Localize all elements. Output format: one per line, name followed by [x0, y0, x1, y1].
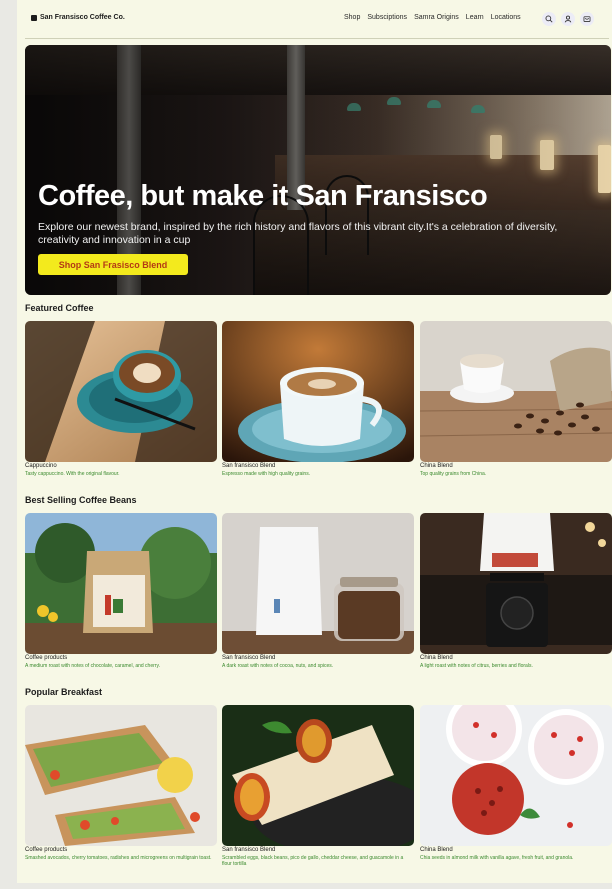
product-card[interactable]: Coffee products Smashed avocados, cherry…	[25, 705, 217, 861]
nav-link-subscriptions[interactable]: Subsciptions	[367, 14, 407, 21]
product-description: Chia seeds in almond milk with vanilla a…	[420, 855, 574, 861]
nav-menu: Shop Subsciptions Samra Origins Learn Lo…	[344, 14, 521, 21]
product-description: A dark roast with notes of cocoa, nuts, …	[222, 663, 334, 669]
product-title[interactable]: San fransisco Blend	[222, 847, 414, 854]
product-description: A medium roast with notes of chocolate, …	[25, 663, 160, 669]
product-description: Tasty cappuccino. With the original flav…	[25, 471, 120, 477]
product-card[interactable]: San fransisco Blend Espresso made with h…	[222, 321, 414, 477]
product-title[interactable]: China Blend	[420, 847, 612, 854]
avocado-toast-photo	[25, 705, 217, 846]
nav-link-samra-origins[interactable]: Samra Origins	[414, 14, 459, 21]
product-image	[222, 513, 414, 654]
product-image	[420, 705, 612, 846]
product-title[interactable]: China Blend	[420, 463, 612, 470]
search-icon[interactable]	[542, 12, 556, 26]
user-icon[interactable]	[561, 12, 575, 26]
product-image	[420, 513, 612, 654]
product-card[interactable]: Coffee products A medium roast with note…	[25, 513, 217, 669]
cappuccino-photo	[25, 321, 217, 462]
product-image	[222, 705, 414, 846]
product-image	[25, 321, 217, 462]
product-title[interactable]: Coffee products	[25, 655, 217, 662]
product-card[interactable]: San fransisco Blend A dark roast with no…	[222, 513, 414, 669]
product-title[interactable]: San fransisco Blend	[222, 655, 414, 662]
product-title[interactable]: Coffee products	[25, 847, 217, 854]
product-card[interactable]: San fransisco Blend Scrambled eggs, blac…	[222, 705, 414, 867]
coffee-bag-jar-photo	[222, 513, 414, 654]
nav-link-locations[interactable]: Locations	[491, 14, 521, 21]
product-card[interactable]: Cappuccino Tasty cappuccino. With the or…	[25, 321, 217, 477]
brand-name: San Fransisco Coffee Co.	[40, 14, 125, 21]
product-description: Espresso made with high quality grains.	[222, 471, 311, 477]
page: San Fransisco Coffee Co. Shop Subsciptio…	[17, 0, 612, 883]
product-image	[420, 321, 612, 462]
product-title[interactable]: San fransisco Blend	[222, 463, 414, 470]
product-image	[222, 321, 414, 462]
hero-subtitle: Explore our newest brand, inspired by th…	[38, 221, 558, 246]
product-image	[25, 705, 217, 846]
nav-link-learn[interactable]: Learn	[466, 14, 484, 21]
product-title[interactable]: China Blend	[420, 655, 612, 662]
breakfast-burrito-photo	[222, 705, 414, 846]
brand[interactable]: San Fransisco Coffee Co.	[31, 14, 125, 21]
chia-pudding-photo	[420, 705, 612, 846]
product-description: Smashed avocados, cherry tomatoes, radis…	[25, 855, 212, 861]
product-card[interactable]: China Blend A light roast with notes of …	[420, 513, 612, 669]
coffee-bag-scale-photo	[420, 513, 612, 654]
section-title-breakfast: Popular Breakfast	[25, 687, 103, 697]
product-description: A light roast with notes of citrus, berr…	[420, 663, 533, 669]
nav-link-shop[interactable]: Shop	[344, 14, 360, 21]
product-title[interactable]: Cappuccino	[25, 463, 217, 470]
product-card[interactable]: China Blend Chia seeds in almond milk wi…	[420, 705, 612, 861]
product-card[interactable]: China Blend Top quality grains from Chin…	[420, 321, 612, 477]
nav-divider	[25, 38, 609, 39]
nav-icons	[542, 12, 594, 26]
section-title-featured: Featured Coffee	[25, 303, 94, 313]
top-nav: San Fransisco Coffee Co. Shop Subsciptio…	[17, 0, 612, 40]
section-title-best-selling: Best Selling Coffee Beans	[25, 495, 137, 505]
product-image	[25, 513, 217, 654]
hero-title: Coffee, but make it San Fransisco	[38, 180, 488, 212]
product-description: Scrambled eggs, black beans, pico de gal…	[222, 855, 404, 867]
product-description: Top quality grains from China.	[420, 471, 487, 477]
coffee-cup-icon	[31, 14, 37, 21]
shop-blend-button[interactable]: Shop San Frasisco Blend	[38, 254, 188, 275]
coffee-beans-photo	[420, 321, 612, 462]
cart-icon[interactable]	[580, 12, 594, 26]
coffee-bag-outdoor-photo	[25, 513, 217, 654]
espresso-cup-photo	[222, 321, 414, 462]
hero-banner: Coffee, but make it San Fransisco Explor…	[25, 45, 611, 295]
